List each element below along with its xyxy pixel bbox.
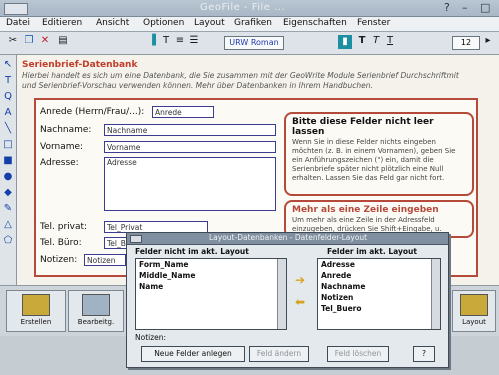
menu-eigenschaften[interactable]: Eigenschaften: [283, 18, 347, 28]
vorname-label: Vorname:: [40, 142, 84, 152]
info-box-required: Bitte diese Felder nicht leer lassen Wen…: [284, 112, 474, 196]
minimize-button[interactable]: –: [462, 1, 468, 14]
dialog-system-button[interactable]: [130, 235, 142, 243]
menu-editieren[interactable]: Editieren: [42, 18, 82, 28]
anrede-field[interactable]: Anrede: [152, 106, 214, 118]
notizen-field[interactable]: Notizen: [84, 254, 126, 266]
bearbeitung-button[interactable]: Bearbeitg.: [68, 290, 124, 332]
text-tool-icon[interactable]: T: [160, 35, 172, 49]
info-box-required-title: Bitte diese Felder nicht leer lassen: [292, 117, 434, 137]
anrede-label: Anrede (Herrn/Frau/...):: [40, 107, 145, 117]
toolbar: ✂ ❐ ✕ ▤ ▐ T ≡ ☰ URW Roman ▮ T T T 12 ▸: [0, 32, 499, 55]
bearbeitung-label: Bearbeitg.: [77, 318, 115, 326]
menu-optionen[interactable]: Optionen: [143, 18, 184, 28]
list-item[interactable]: Form_Name: [136, 259, 286, 270]
field-layout-dialog: Layout-Datenbanken - Datenfelder-Layout …: [126, 232, 449, 368]
list-item[interactable]: Nachname: [318, 281, 440, 292]
list-item[interactable]: Anrede: [318, 270, 440, 281]
new-fields-button[interactable]: Neue Felder anlegen: [141, 346, 245, 362]
toolbar-more-icon[interactable]: ▸: [482, 35, 494, 49]
dialog-title-bar: Layout-Datenbanken - Datenfelder-Layout: [127, 233, 448, 245]
remove-field-arrow-icon[interactable]: ⬅: [290, 295, 310, 309]
list-item[interactable]: Tel_Buero: [318, 303, 440, 314]
edit-field-button[interactable]: Feld ändern: [249, 346, 309, 362]
pen-icon[interactable]: ✎: [2, 203, 14, 215]
adresse-field[interactable]: Adresse: [104, 157, 276, 211]
left-list-scrollbar[interactable]: [277, 259, 286, 329]
document-intro: Hierbei handelt es sich um eine Datenban…: [22, 71, 459, 90]
info-box-required-text: Wenn Sie in diese Felder nichts eingeben…: [292, 138, 456, 182]
line-icon[interactable]: ╲: [2, 123, 14, 135]
nachname-label: Nachname:: [40, 125, 92, 135]
text-icon[interactable]: T: [2, 75, 14, 87]
dialog-title: Layout-Datenbanken - Datenfelder-Layout: [209, 233, 368, 242]
triangle-icon[interactable]: △: [2, 219, 14, 231]
layout-label: Layout: [462, 318, 486, 326]
edit-pencil-icon: [22, 294, 50, 316]
align-icon[interactable]: ▐: [146, 35, 158, 49]
help-button[interactable]: ?: [444, 1, 450, 14]
circle-icon[interactable]: ●: [2, 171, 14, 183]
erstellen-label: Erstellen: [20, 318, 52, 326]
nachname-field[interactable]: Nachname: [104, 124, 276, 136]
list-item[interactable]: Adresse: [318, 259, 440, 270]
app-window: GeoFile - File ... ? – □ Datei Editieren…: [0, 0, 499, 375]
copy-icon[interactable]: ❐: [22, 35, 36, 49]
info-box-multiline-title: Mehr als eine Zeile eingeben: [292, 205, 439, 215]
add-field-arrow-icon[interactable]: ➔: [290, 273, 310, 287]
list-item[interactable]: Name: [136, 281, 286, 292]
italic-button[interactable]: T: [370, 35, 382, 49]
fill-icon[interactable]: ◆: [2, 187, 14, 199]
square-icon[interactable]: ■: [2, 155, 14, 167]
title-bar: GeoFile - File ... ? – □: [0, 0, 499, 17]
left-list-header: Felder nicht im akt. Layout: [135, 247, 249, 256]
adresse-label: Adresse:: [40, 158, 79, 168]
zoom-icon[interactable]: Q: [2, 91, 14, 103]
form-icon: [82, 294, 110, 316]
menu-datei[interactable]: Datei: [6, 18, 30, 28]
fields-in-layout-list[interactable]: Adresse Anrede Nachname Notizen Tel_Buer…: [317, 258, 441, 330]
rect-icon[interactable]: □: [2, 139, 14, 151]
document-heading: Serienbrief-Datenbank: [22, 60, 138, 70]
dialog-help-button[interactable]: ?: [413, 346, 435, 362]
telprivat-label: Tel. privat:: [40, 222, 88, 232]
list-icon[interactable]: ≡: [174, 35, 186, 49]
font-select[interactable]: URW Roman: [224, 36, 284, 50]
underline-button[interactable]: T: [384, 35, 396, 49]
maximize-button[interactable]: □: [480, 1, 490, 14]
paste-icon[interactable]: ▤: [56, 35, 70, 49]
menu-layout[interactable]: Layout: [194, 18, 225, 28]
erstellen-button[interactable]: Erstellen: [6, 290, 66, 332]
note-label: Notizen:: [135, 333, 167, 342]
bold-button[interactable]: T: [356, 35, 368, 49]
shape-icon[interactable]: ⬠: [2, 235, 14, 247]
right-list-header: Felder im akt. Layout: [327, 247, 417, 256]
list-item[interactable]: Notizen: [318, 292, 440, 303]
font-size-select[interactable]: 12: [452, 36, 480, 50]
format-block-icon[interactable]: ▮: [338, 35, 352, 49]
list-item[interactable]: Middle_Name: [136, 270, 286, 281]
delete-icon[interactable]: ✕: [38, 35, 52, 49]
delete-field-button[interactable]: Feld löschen: [327, 346, 389, 362]
layout-button[interactable]: Layout: [452, 290, 496, 332]
tool-palette: ↖ T Q A ╲ □ ■ ● ◆ ✎ △ ⬠: [0, 55, 17, 285]
fields-not-in-layout-list[interactable]: Form_Name Middle_Name Name: [135, 258, 287, 330]
cut-icon[interactable]: ✂: [6, 35, 20, 49]
vorname-field[interactable]: Vorname: [104, 141, 276, 153]
telbuero-label: Tel. Büro:: [40, 238, 82, 248]
menu-lines-icon[interactable]: ☰: [188, 35, 200, 49]
layout-icon: [460, 294, 488, 316]
arrow-icon[interactable]: ↖: [2, 59, 14, 71]
letter-a-icon[interactable]: A: [2, 107, 14, 119]
menu-grafiken[interactable]: Grafiken: [234, 18, 272, 28]
right-list-scrollbar[interactable]: [431, 259, 440, 329]
window-title: GeoFile - File ...: [200, 2, 286, 13]
menu-fenster[interactable]: Fenster: [357, 18, 390, 28]
menu-ansicht[interactable]: Ansicht: [96, 18, 129, 28]
system-menu-button[interactable]: [4, 3, 28, 15]
menu-bar: Datei Editieren Ansicht Optionen Layout …: [0, 17, 499, 32]
notizen-label: Notizen:: [40, 255, 78, 265]
